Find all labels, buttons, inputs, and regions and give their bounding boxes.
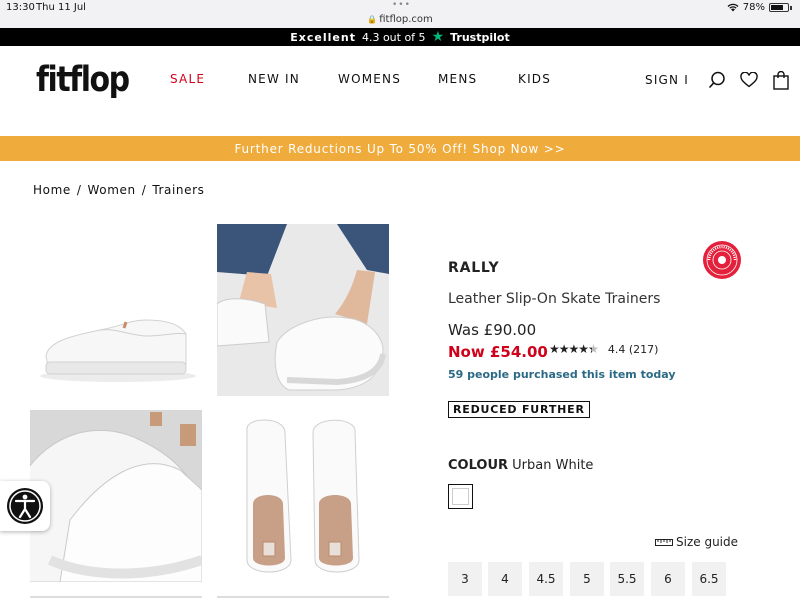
fitflop-logo[interactable]: fitflop: [36, 60, 130, 100]
size-button-6[interactable]: 6: [651, 562, 685, 596]
address-bar[interactable]: 🔒 fitflop.com: [0, 14, 800, 25]
technology-badge-icon[interactable]: [703, 241, 741, 279]
breadcrumb-trainers[interactable]: Trainers: [152, 183, 204, 197]
size-button-6-5[interactable]: 6.5: [692, 562, 726, 596]
colour-swatch-urban-white[interactable]: [448, 484, 473, 509]
gallery-next-row-edge: [217, 596, 389, 598]
accessibility-button[interactable]: [0, 481, 50, 531]
promo-banner[interactable]: Further Reductions Up To 50% Off! Shop N…: [0, 136, 800, 161]
nav-item-womens[interactable]: WOMENS: [338, 72, 401, 86]
size-guide-label: Size guide: [676, 535, 739, 549]
battery-percent: 78%: [742, 2, 765, 13]
breadcrumb-separator: /: [76, 183, 82, 197]
header-actions: SIGN I: [645, 70, 791, 90]
heart-icon[interactable]: [739, 70, 759, 90]
now-price: Now £54.00: [448, 343, 548, 361]
breadcrumb: Home / Women / Trainers: [33, 183, 205, 197]
ios-status-bar: 13:30 Thu 11 Jul ••• 🔒 fitflop.com 78%: [0, 0, 800, 30]
nav-item-mens[interactable]: MENS: [438, 72, 477, 86]
status-date: Thu 11 Jul: [36, 2, 86, 13]
product-image-top[interactable]: [217, 410, 389, 582]
purchased-count: 59 people purchased this item today: [448, 368, 676, 381]
product-image-side[interactable]: [30, 224, 202, 396]
product-rating[interactable]: ★★★★★★ 4.4 (217): [549, 342, 658, 356]
breadcrumb-separator: /: [141, 183, 147, 197]
sign-in-link[interactable]: SIGN I: [645, 73, 689, 87]
battery-icon: [769, 3, 789, 12]
colour-label: COLOUR Urban White: [448, 458, 593, 473]
nav-item-sale[interactable]: SALE: [170, 72, 205, 86]
product-image-worn[interactable]: [217, 224, 389, 396]
trustpilot-star-icon: ★: [431, 29, 445, 45]
product-subtitle: Leather Slip-On Skate Trainers: [448, 291, 661, 307]
nav-item-new-in[interactable]: NEW IN: [248, 72, 300, 86]
was-price: Was £90.00: [448, 321, 537, 339]
wifi-icon: [727, 3, 739, 12]
rating-stars-icon: ★★★★★★: [549, 342, 599, 356]
status-time: 13:30: [6, 2, 35, 13]
size-button-4-5[interactable]: 4.5: [529, 562, 563, 596]
trustpilot-brand: Trustpilot: [450, 30, 510, 44]
size-button-5-5[interactable]: 5.5: [610, 562, 644, 596]
search-icon[interactable]: [707, 70, 727, 90]
gallery-next-row-edge: [30, 596, 202, 598]
rating-text: 4.4 (217): [607, 342, 659, 356]
breadcrumb-women[interactable]: Women: [88, 183, 136, 197]
site-header: fitflop SALE NEW IN WOMENS MENS KIDS SIG…: [0, 46, 800, 134]
colour-heading: COLOUR: [448, 458, 509, 473]
nav-item-kids[interactable]: KIDS: [518, 72, 551, 86]
size-button-4[interactable]: 4: [488, 562, 522, 596]
trustpilot-rating-word: Excellent: [290, 30, 356, 44]
size-button-5[interactable]: 5: [570, 562, 604, 596]
size-button-3[interactable]: 3: [448, 562, 482, 596]
product-name: RALLY: [448, 260, 500, 276]
accessibility-icon: [7, 488, 43, 524]
trustpilot-score: 4.3 out of 5: [361, 30, 426, 44]
multitask-dots-icon[interactable]: •••: [392, 0, 411, 10]
size-guide-link[interactable]: Size guide: [655, 535, 738, 549]
status-indicators: 78%: [727, 2, 792, 13]
trustpilot-bar[interactable]: Excellent 4.3 out of 5 ★ Trustpilot: [0, 28, 800, 46]
address-url: fitflop.com: [379, 14, 433, 25]
breadcrumb-home[interactable]: Home: [33, 183, 71, 197]
product-image-closeup[interactable]: [30, 410, 202, 582]
ruler-icon: [655, 538, 673, 546]
lock-icon: 🔒: [367, 15, 378, 24]
reduced-further-badge: REDUCED FURTHER: [448, 401, 590, 418]
shopping-bag-icon[interactable]: [771, 70, 791, 90]
colour-value: Urban White: [512, 458, 594, 473]
